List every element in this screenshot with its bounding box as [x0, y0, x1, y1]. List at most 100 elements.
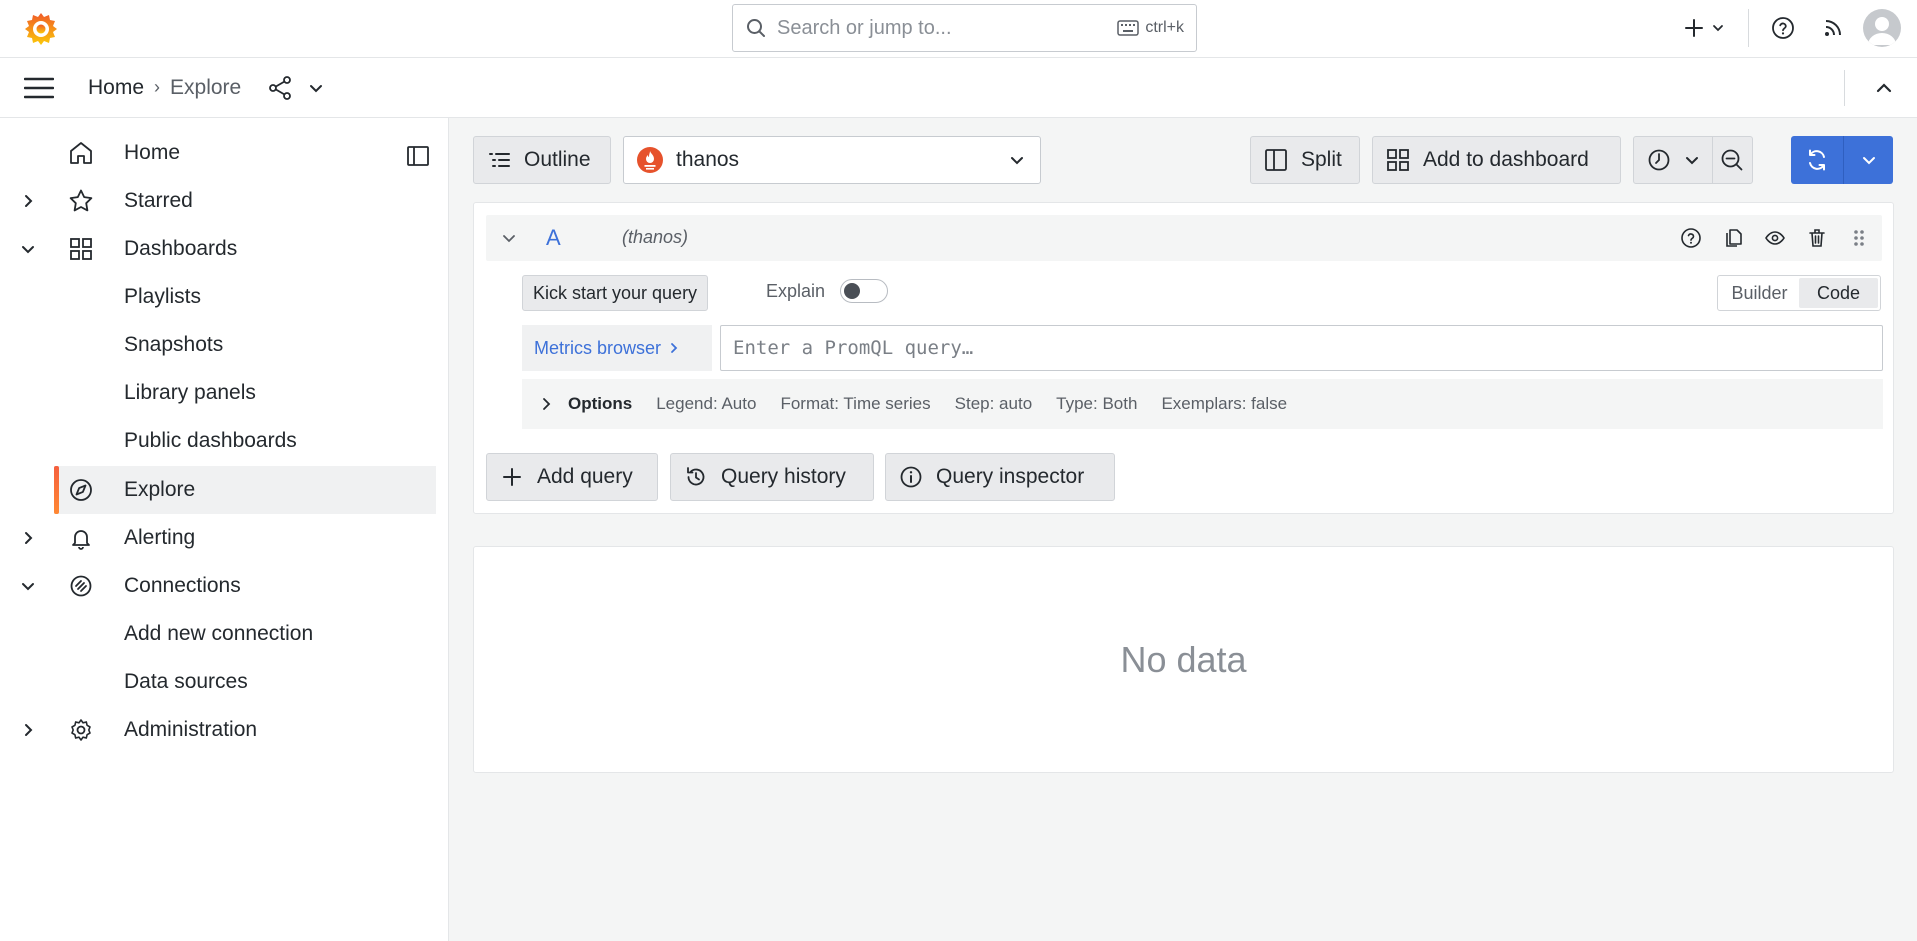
zoom-out-icon [1719, 147, 1745, 173]
sidebar-item-label: Library panels [124, 381, 256, 404]
sidebar-item-library-panels[interactable]: Library panels [0, 369, 436, 417]
grafana-logo-icon[interactable] [22, 10, 60, 48]
time-picker-button[interactable] [1634, 137, 1713, 183]
sidebar-item-connections[interactable]: Connections [0, 562, 436, 610]
sidebar-item-playlists[interactable]: Playlists [0, 273, 436, 321]
explore-toolbar: Outline thanos Split Add to dashboard [473, 136, 1893, 184]
chevron-up-icon[interactable] [1871, 75, 1897, 101]
drag-handle-icon[interactable] [1846, 225, 1872, 251]
chevron-down-icon[interactable] [18, 239, 38, 259]
search-shortcut: ctrl+k [1117, 19, 1184, 37]
sidebar-item-label: Data sources [124, 670, 248, 693]
search-placeholder: Search or jump to... [777, 16, 952, 39]
query-datasource-label: (thanos) [622, 227, 689, 247]
help-button[interactable] [1763, 8, 1803, 48]
run-query-group [1791, 136, 1893, 184]
news-button[interactable] [1813, 8, 1853, 48]
share-icon[interactable] [267, 75, 293, 101]
hamburger-icon [24, 77, 54, 99]
kick-start-button[interactable]: Kick start your query [522, 275, 709, 311]
top-bar: Search or jump to... ctrl+k [0, 0, 1917, 58]
gear-icon [68, 717, 94, 743]
sidebar-item-dashboards[interactable]: Dashboards [0, 225, 436, 273]
option-legend: Legend: Auto [656, 394, 757, 413]
sidebar-item-starred[interactable]: Starred [0, 177, 436, 225]
plus-icon [503, 468, 521, 486]
sidebar-item-alerting[interactable]: Alerting [0, 514, 436, 562]
help-icon [1771, 16, 1795, 40]
divider [1748, 9, 1749, 47]
outline-button-label: Outline [524, 148, 591, 171]
chevron-right-icon[interactable] [18, 191, 38, 211]
chevron-down-icon [1008, 151, 1026, 169]
avatar[interactable] [1863, 9, 1901, 47]
zoom-out-button[interactable] [1713, 137, 1752, 183]
copy-icon[interactable] [1720, 225, 1746, 251]
outline-button[interactable]: Outline [473, 136, 611, 184]
refresh-interval-button[interactable] [1844, 136, 1893, 184]
breadcrumb-current: Explore [170, 75, 242, 99]
sidebar-item-add-new-connection[interactable]: Add new connection [0, 610, 436, 658]
options-label: Options [568, 394, 633, 413]
query-editor-panel: A (thanos) Kick start your query Explain… [473, 202, 1894, 514]
trash-icon[interactable] [1804, 225, 1830, 251]
breadcrumb: Home › Explore [88, 76, 241, 100]
divider [1844, 70, 1845, 106]
sidebar-item-label: Alerting [124, 526, 196, 549]
chevron-right-icon[interactable] [18, 720, 38, 740]
chevron-right-icon [543, 398, 551, 410]
metrics-browser-button[interactable]: Metrics browser [522, 325, 712, 371]
split-button-label: Split [1301, 148, 1342, 171]
home-icon [68, 140, 94, 166]
chevron-down-icon[interactable] [307, 79, 325, 97]
plus-icon [1683, 17, 1705, 39]
dashboards-icon [1387, 149, 1409, 171]
query-history-button[interactable]: Query history [670, 453, 874, 501]
breadcrumb-home[interactable]: Home [88, 76, 144, 100]
outline-icon [489, 153, 510, 167]
chevron-right-icon[interactable] [18, 528, 38, 548]
sidebar-item-snapshots[interactable]: Snapshots [0, 321, 436, 369]
sidebar-item-label: Connections [124, 574, 241, 597]
sidebar-item-data-sources[interactable]: Data sources [0, 658, 436, 706]
explain-toggle[interactable] [840, 279, 888, 303]
search-shortcut-label: ctrl+k [1145, 19, 1184, 36]
promql-query-input[interactable]: Enter a PromQL query… [720, 325, 1883, 371]
query-ref-id[interactable]: A [546, 225, 561, 251]
sidebar-item-label: Home [124, 141, 181, 164]
datasource-picker[interactable]: thanos [623, 136, 1041, 184]
code-mode-button[interactable]: Code [1799, 278, 1878, 308]
menu-toggle-button[interactable] [22, 71, 56, 105]
sidebar-item-administration[interactable]: Administration [0, 706, 436, 754]
no-data-message: No data [1120, 638, 1247, 680]
new-menu-button[interactable] [1674, 8, 1734, 48]
option-exemplars: Exemplars: false [1161, 394, 1288, 413]
sidebar-item-label: Add new connection [124, 622, 314, 645]
query-inspector-button[interactable]: Query inspector [885, 453, 1115, 501]
chevron-down-icon[interactable] [500, 229, 518, 247]
chevron-down-icon [1861, 152, 1877, 168]
sidebar-item-explore[interactable]: Explore [54, 466, 436, 514]
add-query-button[interactable]: Add query [486, 453, 658, 501]
sidebar-item-home[interactable]: Home [0, 129, 436, 177]
time-picker-group [1633, 136, 1753, 184]
breadcrumb-bar: Home › Explore [0, 58, 1917, 118]
refresh-icon [1804, 147, 1830, 173]
help-icon[interactable] [1678, 225, 1704, 251]
add-to-dashboard-button[interactable]: Add to dashboard [1372, 136, 1621, 184]
datasource-name: thanos [676, 148, 740, 171]
search-input[interactable]: Search or jump to... ctrl+k [732, 4, 1197, 52]
run-query-button[interactable] [1791, 136, 1844, 184]
query-row-header: A (thanos) [486, 215, 1882, 261]
chevron-down-icon [1684, 152, 1700, 168]
rss-icon [1822, 17, 1844, 39]
chevron-down-icon[interactable] [18, 576, 38, 596]
builder-mode-button[interactable]: Builder [1720, 278, 1799, 308]
eye-icon[interactable] [1762, 225, 1788, 251]
keyboard-icon [1117, 20, 1140, 36]
sidebar-item-public-dashboards[interactable]: Public dashboards [0, 417, 436, 465]
query-options-row[interactable]: Options Legend: Auto Format: Time series… [522, 379, 1883, 429]
dashboards-icon [68, 236, 94, 262]
split-button[interactable]: Split [1250, 136, 1360, 184]
sidebar-item-label: Snapshots [124, 333, 224, 356]
